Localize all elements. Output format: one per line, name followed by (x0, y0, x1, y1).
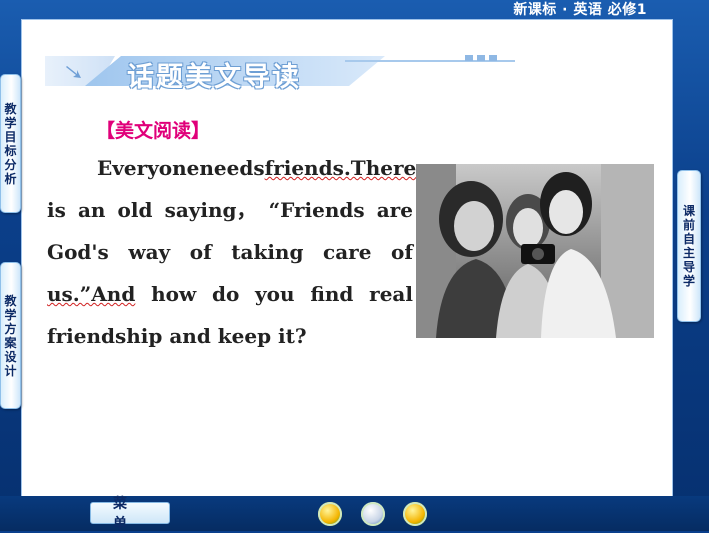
section-title: 话题美文导读 (127, 62, 301, 93)
sidebar-tab-preview[interactable]: 课前自主导学 (677, 170, 701, 322)
section-header: 话题美文导读 (45, 52, 515, 93)
passage-word: do (211, 282, 240, 306)
home-icon[interactable] (361, 502, 385, 526)
passage-line: us.”And how do you find real (47, 273, 413, 315)
sidebar-tab-label: 教学目标分析 (4, 101, 17, 186)
passage-word: of (189, 240, 212, 264)
passage-word: needs (199, 156, 265, 180)
passage-line: God's way of taking care of (47, 231, 413, 273)
passage-word: are (376, 198, 413, 222)
passage-word: us.”And (47, 282, 136, 306)
passage-line: friendship and keep it? (47, 315, 413, 357)
passage-word: “Friends (268, 198, 365, 222)
passage-word: friendship and keep it? (47, 324, 307, 348)
passage-word: of (391, 240, 413, 264)
menu-button[interactable]: 菜单 (90, 496, 170, 532)
passage-word: how (151, 282, 197, 306)
passage-word: God's (47, 240, 109, 264)
passage-word: care (323, 240, 372, 264)
sidebar-tab-label: 教学方案设计 (4, 293, 17, 378)
prev-arrow-icon[interactable] (318, 502, 342, 526)
passage-word: saying， (164, 198, 257, 222)
passage-word: is (47, 198, 66, 222)
course-title: 新课标 · 英语 必修1 (513, 2, 647, 18)
passage-word: old (117, 198, 153, 222)
reading-label: 【美文阅读】 (96, 120, 211, 142)
passage-word: friends.There (264, 156, 417, 180)
diagonal-arrow-icon (66, 66, 81, 78)
passage-word: taking (231, 240, 304, 264)
passage: Everyone needs friends.There is an old saying，… (47, 147, 416, 357)
passage-line: Everyone needs friends.There (47, 147, 416, 189)
photo-three-girls (416, 164, 654, 338)
header-squares (465, 55, 497, 61)
passage-line: is an old saying， “Friends are (47, 189, 413, 231)
passage-word: way (128, 240, 171, 264)
passage-word: find (310, 282, 354, 306)
passage-word: real (369, 282, 413, 306)
sidebar-tab-objectives[interactable]: 教学目标分析 (0, 74, 21, 213)
next-arrow-icon[interactable] (403, 502, 427, 526)
passage-word: an (77, 198, 106, 222)
sidebar-tab-plan[interactable]: 教学方案设计 (0, 262, 21, 409)
sidebar-tab-label: 课前自主导学 (682, 204, 695, 288)
passage-word: Everyone (97, 156, 200, 180)
passage-word: you (255, 282, 295, 306)
